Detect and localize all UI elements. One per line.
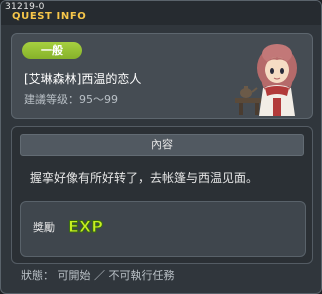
- exp-icon-text: EXP: [68, 217, 103, 236]
- quest-header-panel: 一般 [艾琳森林]西温的恋人 建議等级：95～99: [11, 33, 313, 119]
- quest-status: 狀態： 可開始 ／ 不可執行任務: [21, 269, 175, 282]
- quest-content-panel: 內容 握挛好像有所好转了，去帐篷与西温见面。 獎勵 EXP: [11, 126, 313, 264]
- npc-portrait: [235, 44, 297, 116]
- quest-description: 握挛好像有所好转了，去帐篷与西温见面。: [30, 171, 259, 185]
- quest-category-badge: 一般: [22, 42, 82, 59]
- quest-level-range: 建議等级：95～99: [24, 93, 118, 106]
- quest-info-window: 31219-0 QUEST INFO 一般 [艾琳森林]西温的恋人 建議等级：9…: [0, 0, 322, 294]
- title-bar[interactable]: 31219-0 QUEST INFO: [1, 1, 321, 25]
- reward-box: 獎勵 EXP: [20, 201, 306, 257]
- window-title: QUEST INFO: [12, 11, 87, 22]
- reward-label: 獎勵: [33, 221, 55, 234]
- quest-name: [艾琳森林]西温的恋人: [24, 72, 142, 86]
- exp-reward-icon[interactable]: EXP: [67, 213, 104, 237]
- content-header: 內容: [20, 134, 304, 156]
